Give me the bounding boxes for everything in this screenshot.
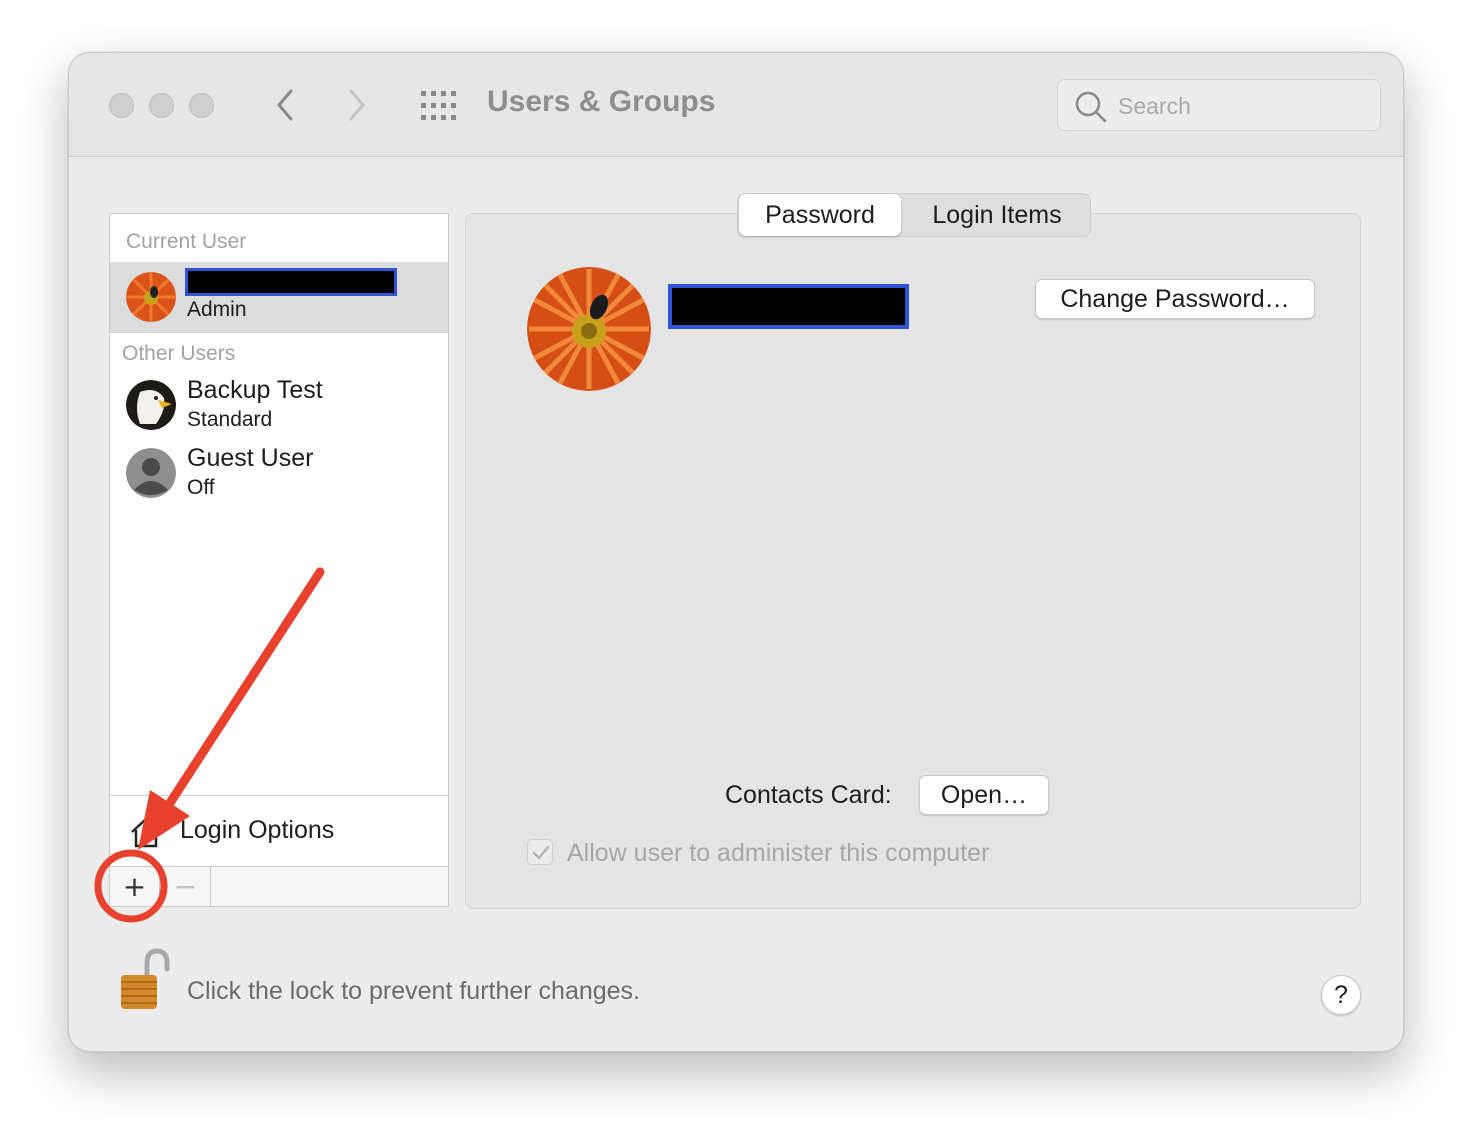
sidebar-toolbar: + −: [110, 866, 448, 907]
open-contacts-button[interactable]: Open…: [919, 775, 1049, 815]
other-users-heading: Other Users: [122, 342, 236, 365]
redacted-full-name: [668, 284, 909, 329]
login-options-label: Login Options: [180, 816, 335, 844]
tab-login-items[interactable]: Login Items: [904, 194, 1090, 236]
change-password-button[interactable]: Change Password…: [1035, 279, 1315, 319]
user-row-guest-user[interactable]: Guest User Off: [110, 440, 448, 510]
large-flower-avatar-icon[interactable]: [527, 267, 651, 391]
redacted-username: [185, 268, 397, 296]
user-name: Backup Test: [187, 376, 323, 404]
house-icon: [128, 814, 164, 855]
flower-avatar-icon: [126, 272, 176, 322]
user-name: Guest User: [187, 444, 314, 472]
title-bar: Users & Groups: [69, 53, 1403, 157]
sidebar-divider: [110, 332, 448, 333]
remove-user-button[interactable]: −: [161, 867, 211, 907]
user-role: Standard: [187, 408, 273, 431]
help-button[interactable]: ?: [1321, 975, 1361, 1015]
lock-status-text: Click the lock to prevent further change…: [187, 977, 641, 1005]
current-user-row[interactable]: Admin: [110, 262, 448, 332]
user-row-backup-test[interactable]: Backup Test Standard: [110, 372, 448, 442]
search-input[interactable]: [1118, 90, 1358, 122]
users-sidebar: Current User Admin Other Users Backup Te…: [109, 213, 449, 907]
login-options-row[interactable]: Login Options: [110, 796, 448, 866]
forward-chevron-icon[interactable]: [337, 83, 377, 127]
generic-user-avatar-icon: [126, 448, 176, 498]
add-user-button[interactable]: +: [110, 867, 160, 907]
close-window-button[interactable]: [109, 93, 134, 118]
show-all-grid-icon[interactable]: [419, 89, 459, 123]
contacts-card-label: Contacts Card:: [725, 781, 892, 809]
current-user-role: Admin: [187, 298, 247, 321]
user-role: Off: [187, 476, 215, 499]
admin-checkbox[interactable]: [527, 839, 553, 865]
eagle-avatar-icon: [126, 380, 176, 430]
search-icon: [1075, 91, 1107, 123]
admin-checkbox-label: Allow user to administer this computer: [567, 839, 990, 867]
zoom-window-button[interactable]: [189, 93, 214, 118]
search-field[interactable]: [1057, 79, 1381, 131]
window-title: Users & Groups: [487, 85, 716, 118]
current-user-heading: Current User: [126, 230, 247, 253]
back-chevron-icon[interactable]: [265, 83, 305, 127]
minimize-window-button[interactable]: [149, 93, 174, 118]
tab-password[interactable]: Password: [739, 194, 901, 236]
users-groups-window: Users & Groups Current User: [68, 52, 1404, 1052]
tab-bar: Password Login Items: [737, 193, 1091, 237]
checkmark-icon: [532, 845, 550, 860]
unlocked-padlock-icon[interactable]: [117, 947, 173, 1018]
